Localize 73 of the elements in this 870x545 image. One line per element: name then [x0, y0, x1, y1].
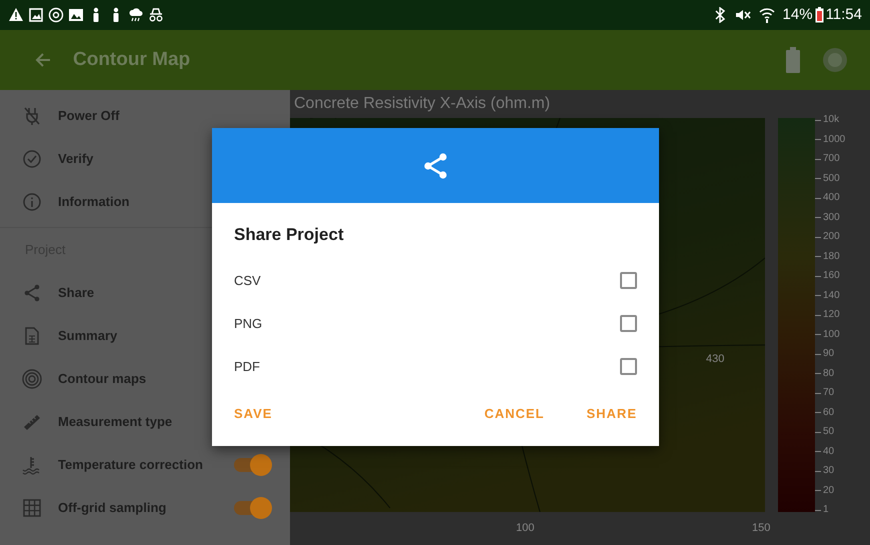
menu-item-label: Contour maps: [58, 370, 146, 388]
image-icon: [28, 7, 44, 23]
battery-icon: [786, 47, 800, 73]
option-label: PDF: [234, 358, 260, 376]
colorbar-label: 180: [823, 252, 840, 262]
mute-icon: [734, 7, 751, 23]
battery-percentage: 14%: [782, 4, 813, 25]
screen-title: Contour Map: [73, 48, 190, 72]
colorbar-label: 80: [823, 368, 834, 378]
contour-label: 430: [706, 352, 724, 367]
share-icon: [22, 282, 42, 302]
incognito-icon: [148, 7, 164, 23]
colorbar-label: 70: [823, 388, 834, 398]
menu-item-label: Off-grid sampling: [58, 498, 166, 517]
colorbar-label: 140: [823, 290, 840, 300]
dialog-button[interactable]: SHARE: [586, 400, 637, 428]
power-off-icon: [22, 106, 42, 126]
menu-item[interactable]: Verify: [0, 137, 290, 180]
menu-item-label: Summary: [58, 326, 118, 345]
battery-icon: [814, 7, 824, 23]
menu-item-label: Measurement type: [58, 412, 172, 431]
back-icon: [35, 52, 51, 68]
warning-icon: [8, 7, 24, 23]
circle-logo-icon: [48, 7, 64, 23]
gallery-icon: [68, 7, 84, 23]
dialog-button[interactable]: CANCEL: [484, 400, 544, 428]
colorbar-label: 90: [823, 349, 834, 359]
concentric-circles-icon: [22, 368, 42, 388]
menu-item[interactable]: Information: [0, 180, 290, 223]
colorbar-label: 200: [823, 232, 840, 242]
colorbar-label: 100: [823, 330, 840, 340]
check-circle-icon: [22, 148, 42, 168]
axis-tick-label: 100: [516, 521, 534, 536]
chart-title: Concrete Resistivity X-Axis (ohm.m): [294, 94, 550, 114]
wifi-icon: [758, 7, 775, 23]
menu-item-label: Verify: [58, 150, 94, 168]
colorbar-label: 1: [823, 505, 829, 515]
dialog-title: Share Project: [233, 224, 345, 246]
cloud-rain-icon: [128, 7, 144, 23]
option-label: CSV: [234, 272, 261, 290]
menu-item[interactable]: Power Off: [0, 94, 290, 137]
menu-item[interactable]: Temperature correction: [0, 443, 290, 486]
colorbar-label: 60: [823, 408, 834, 418]
menu-item-label: Temperature correction: [58, 456, 203, 474]
colorbar-label: 500: [823, 174, 840, 184]
axis-tick-label: 150: [752, 521, 770, 536]
dialog-button[interactable]: SAVE: [234, 400, 272, 428]
menu-item-label: Information: [58, 192, 130, 211]
colorbar-label: 1000: [823, 134, 846, 144]
menu-item-label: Power Off: [58, 106, 120, 125]
clock: 11:54: [826, 4, 862, 25]
status-indicator-icon: [822, 47, 848, 73]
grid-icon: [22, 498, 42, 518]
colorbar-label: 400: [823, 193, 840, 203]
checkbox[interactable]: [620, 272, 637, 289]
colorbar-label: 50: [823, 427, 834, 437]
share-icon: [422, 152, 448, 180]
colorbar-label: 700: [823, 154, 840, 164]
menu-item-label: Share: [58, 284, 94, 302]
colorbar-label: 30: [823, 466, 834, 476]
menu-item[interactable]: Off-grid sampling: [0, 486, 290, 529]
checkbox[interactable]: [620, 358, 637, 375]
colorbar-label: 160: [823, 271, 840, 281]
thermometer-water-icon: [22, 454, 42, 474]
option-label: PNG: [234, 314, 262, 333]
colorbar-label: 40: [823, 446, 834, 456]
colorbar-label: 120: [823, 310, 840, 320]
bluetooth-icon: [712, 7, 727, 23]
info-icon: [22, 192, 42, 212]
colorbar-label: 300: [823, 212, 840, 222]
checkbox[interactable]: [620, 315, 637, 332]
colorbar-label: 20: [823, 486, 834, 496]
colorbar-label: 10k: [823, 115, 840, 125]
